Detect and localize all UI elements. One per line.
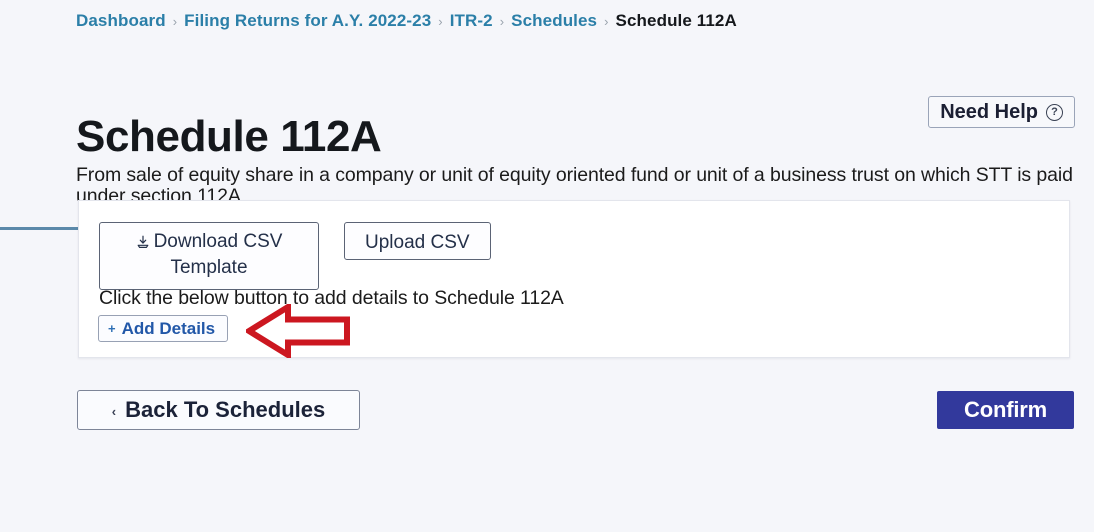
breadcrumb-separator: › — [499, 14, 505, 29]
plus-icon: + — [108, 321, 116, 336]
schedule-112a-card: Download CSV Template Upload CSV Click t… — [78, 200, 1070, 358]
question-circle-icon: ? — [1046, 103, 1063, 121]
csv-actions-row: Download CSV Template Upload CSV — [99, 222, 491, 290]
left-accent-rule — [0, 227, 80, 230]
breadcrumb-item-filing-returns[interactable]: Filing Returns for A.Y. 2022-23 — [184, 11, 431, 31]
add-details-label: Add Details — [121, 318, 216, 338]
chevron-left-icon: ‹ — [111, 403, 117, 419]
back-to-schedules-label: Back To Schedules — [125, 397, 326, 422]
breadcrumb-item-schedules[interactable]: Schedules — [511, 11, 597, 31]
breadcrumb-item-current: Schedule 112A — [615, 11, 737, 30]
page-title: Schedule 112A — [76, 112, 382, 162]
breadcrumb-item-itr-2[interactable]: ITR-2 — [450, 11, 493, 31]
need-help-button[interactable]: Need Help ? — [928, 96, 1075, 128]
download-csv-template-label: Download CSV Template — [153, 231, 283, 278]
download-csv-template-button[interactable]: Download CSV Template — [99, 222, 319, 290]
download-icon — [136, 232, 150, 256]
back-to-schedules-button[interactable]: ‹ Back To Schedules — [77, 390, 360, 430]
breadcrumb: Dashboard › Filing Returns for A.Y. 2022… — [76, 11, 737, 31]
breadcrumb-separator: › — [604, 14, 609, 29]
breadcrumb-item-dashboard[interactable]: Dashboard — [76, 11, 166, 31]
add-details-button[interactable]: + Add Details — [98, 315, 229, 342]
breadcrumb-separator: › — [438, 14, 443, 29]
add-details-hint: Click the below button to add details to… — [99, 287, 564, 309]
breadcrumb-separator: › — [172, 14, 178, 29]
upload-csv-button[interactable]: Upload CSV — [344, 222, 491, 260]
need-help-label: Need Help — [940, 100, 1038, 123]
confirm-button[interactable]: Confirm — [937, 391, 1074, 429]
